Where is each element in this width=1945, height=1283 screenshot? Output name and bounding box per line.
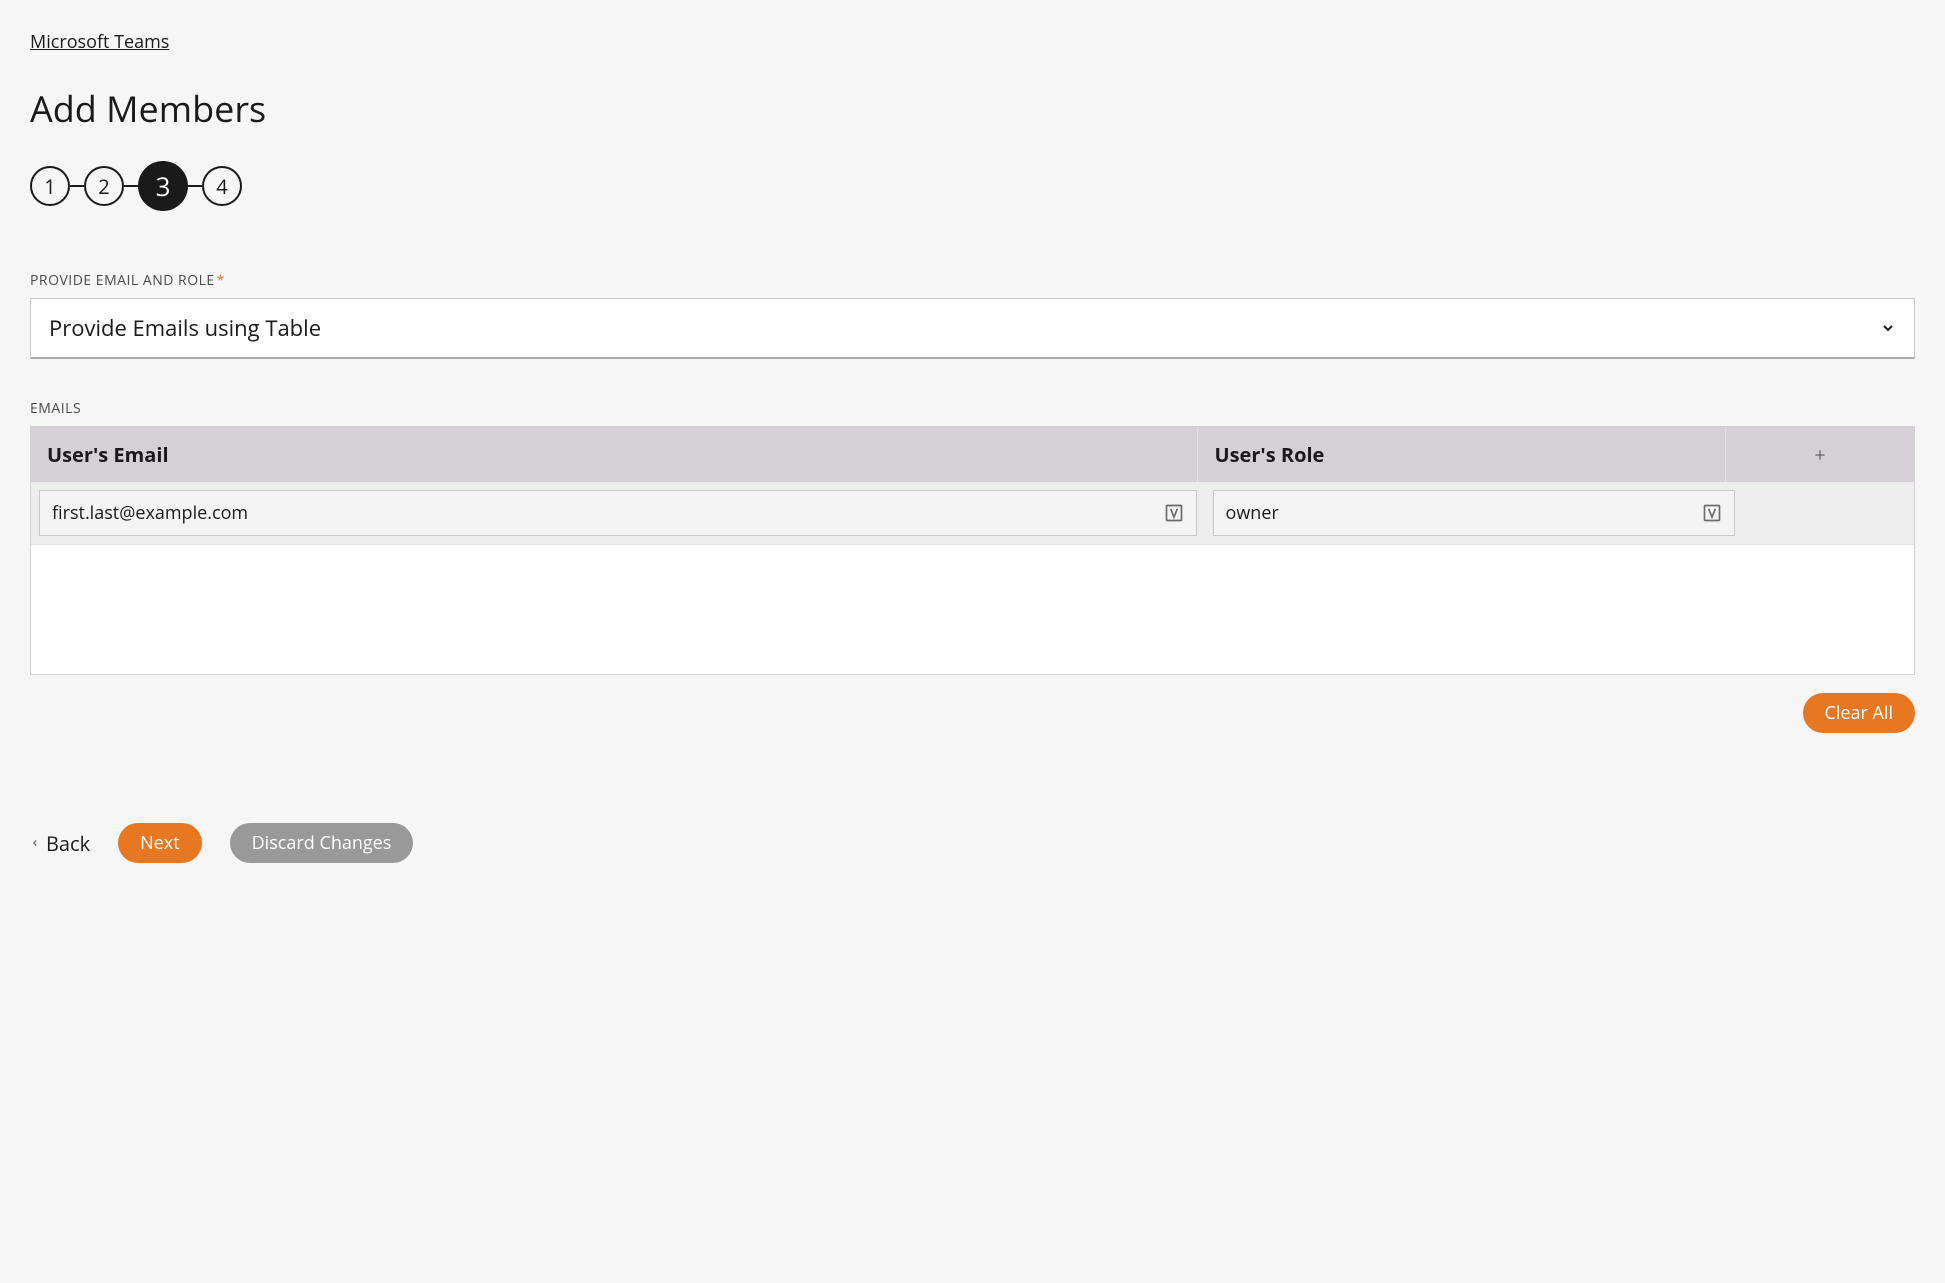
variable-icon[interactable]	[1164, 503, 1184, 523]
clear-all-button[interactable]: Clear All	[1803, 693, 1916, 733]
step-connector	[124, 185, 138, 187]
next-button[interactable]: Next	[118, 823, 202, 863]
dropdown-selected-value: Provide Emails using Table	[49, 313, 321, 343]
add-row-button[interactable]	[1726, 427, 1914, 482]
required-asterisk: *	[217, 271, 225, 290]
step-2[interactable]: 2	[84, 166, 124, 206]
footer-actions: Back Next Discard Changes	[30, 823, 1915, 863]
role-value: owner	[1226, 501, 1279, 525]
email-input[interactable]: first.last@example.com	[39, 490, 1197, 536]
discard-changes-button[interactable]: Discard Changes	[230, 823, 414, 863]
table-header: User's Email User's Role	[31, 427, 1914, 482]
chevron-left-icon	[30, 836, 40, 850]
column-header-email: User's Email	[31, 427, 1198, 482]
column-header-role: User's Role	[1198, 427, 1725, 482]
back-label: Back	[46, 830, 90, 857]
row-spacer	[1751, 490, 1938, 536]
plus-icon	[1812, 447, 1828, 463]
stepper: 1 2 3 4	[30, 161, 1915, 211]
field-label-text: PROVIDE EMAIL AND ROLE	[30, 271, 215, 290]
provide-email-role-label: PROVIDE EMAIL AND ROLE*	[30, 271, 1915, 290]
table-empty-area	[31, 544, 1914, 674]
email-value: first.last@example.com	[52, 501, 248, 525]
step-connector	[188, 185, 202, 187]
role-input[interactable]: owner	[1213, 490, 1736, 536]
variable-icon[interactable]	[1702, 503, 1722, 523]
step-4[interactable]: 4	[202, 166, 242, 206]
breadcrumb-link[interactable]: Microsoft Teams	[30, 30, 169, 54]
emails-label: EMAILS	[30, 399, 1915, 418]
emails-table: User's Email User's Role first.last@exam…	[30, 426, 1915, 675]
chevron-down-icon	[1880, 320, 1896, 336]
back-button[interactable]: Back	[30, 830, 90, 857]
step-connector	[70, 185, 84, 187]
step-3[interactable]: 3	[138, 161, 188, 211]
table-row: first.last@example.com owner	[31, 482, 1914, 544]
step-1[interactable]: 1	[30, 166, 70, 206]
provide-method-dropdown[interactable]: Provide Emails using Table	[30, 298, 1915, 359]
page-title: Add Members	[30, 84, 1915, 133]
